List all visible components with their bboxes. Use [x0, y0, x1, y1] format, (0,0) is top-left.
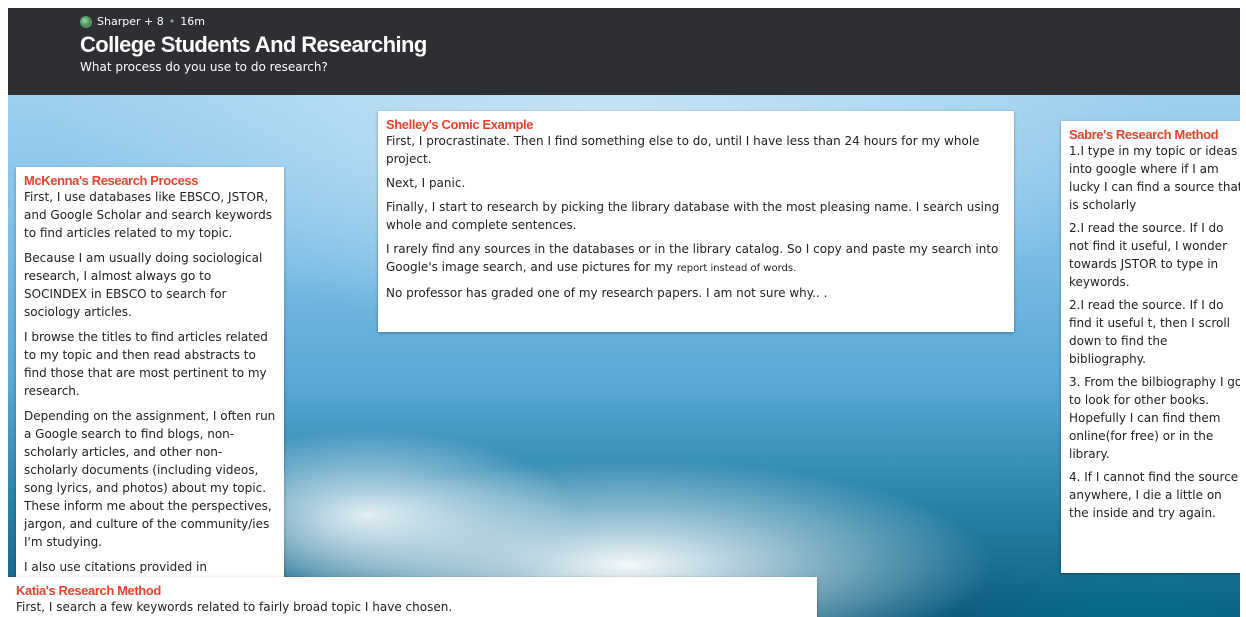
post-paragraph: 4. If I cannot find the source anywhere,… [1069, 470, 1239, 520]
post-sabre[interactable]: Sabre's Research Method 1.I type in my t… [1061, 121, 1240, 573]
post-body: First, I use databases like EBSCO, JSTOR… [24, 188, 276, 612]
post-paragraph: Next, I panic. [386, 176, 466, 190]
board-subtitle: What process do you use to do research? [80, 60, 328, 74]
post-paragraph: I rarely find any sources in the databas… [386, 240, 1006, 278]
board-meta: Sharper + 8 • 16m [80, 15, 205, 28]
post-paragraph: I browse the titles to find articles rel… [24, 330, 268, 398]
post-paragraph: 3. From the bilbiography I go to look fo… [1069, 375, 1240, 461]
post-title: McKenna's Research Process [24, 173, 199, 188]
padlet-board: Sharper + 8 • 16m College Students And R… [8, 8, 1240, 617]
post-body: First, I procrastinate. Then I find some… [386, 132, 1006, 302]
board-header: Sharper + 8 • 16m College Students And R… [8, 8, 1240, 95]
post-body: 1.I type in my topic or ideas into googl… [1069, 142, 1240, 522]
post-title: Sabre's Research Method [1069, 127, 1219, 142]
meta-separator: • [168, 15, 176, 28]
author-avatar[interactable] [80, 15, 92, 28]
post-paragraph: No professor has graded one of my resear… [386, 286, 828, 300]
post-mckenna[interactable]: McKenna's Research Process First, I use … [16, 167, 284, 610]
post-paragraph: First, I use databases like EBSCO, JSTOR… [24, 190, 272, 240]
post-paragraph: Because I am usually doing sociological … [24, 251, 263, 319]
post-paragraph: First, I procrastinate. Then I find some… [386, 134, 980, 166]
post-paragraph: 1.I type in my topic or ideas into googl… [1069, 144, 1240, 212]
board-age: 16m [180, 15, 205, 28]
post-paragraph: 2.I read the source. If I do not find it… [1069, 221, 1227, 289]
board-title: College Students And Researching [80, 32, 427, 57]
post-katia[interactable]: Katia's Research Method First, I search … [8, 577, 817, 617]
author-name[interactable]: Sharper + 8 [97, 15, 164, 28]
post-paragraph: Finally, I start to research by picking … [386, 200, 1000, 232]
board-wall: McKenna's Research Process First, I use … [8, 95, 1240, 617]
post-title: Shelley's Comic Example [386, 117, 534, 132]
post-title: Katia's Research Method [16, 583, 161, 598]
paragraph-small-text: report instead of words. [676, 263, 797, 274]
post-paragraph: 2.I read the source. If I do find it use… [1069, 298, 1230, 366]
post-shelley[interactable]: Shelley's Comic Example First, I procras… [378, 111, 1014, 332]
post-paragraph: First, I search a few keywords related t… [16, 600, 453, 614]
post-body: First, I search a few keywords related t… [16, 598, 809, 616]
post-paragraph: Depending on the assignment, I often run… [24, 409, 276, 549]
